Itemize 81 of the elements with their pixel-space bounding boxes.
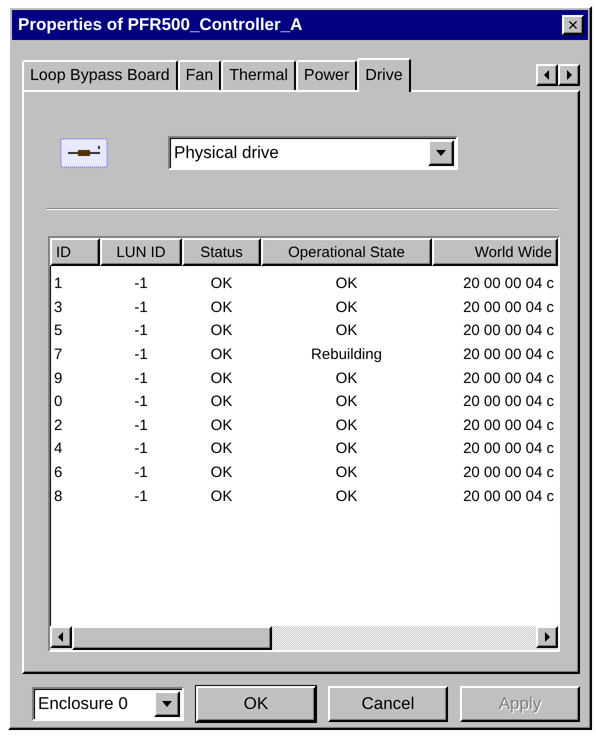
table-cell-text: OK bbox=[334, 416, 358, 436]
dropdown-button[interactable] bbox=[154, 691, 180, 717]
tab[interactable]: Power bbox=[296, 60, 358, 90]
table-cell-text: 20 00 00 04 c bbox=[462, 416, 555, 436]
view-select[interactable]: Physical drive bbox=[168, 136, 458, 170]
left-arrow-icon bbox=[57, 632, 65, 642]
column-header[interactable]: ID bbox=[50, 238, 100, 266]
close-button[interactable]: × bbox=[562, 15, 584, 35]
scroll-thumb[interactable] bbox=[72, 626, 272, 650]
table-cell-text: OK bbox=[210, 439, 234, 460]
table-cell-text: OK bbox=[210, 368, 234, 389]
table-cell-text: OK bbox=[210, 416, 234, 436]
table-cell-text: 0 bbox=[53, 392, 64, 412]
table-cell-text: 8 bbox=[53, 486, 64, 507]
table-cell-text: 20 00 00 04 c bbox=[462, 368, 555, 389]
table-cell-text: -1 bbox=[133, 321, 149, 342]
table-cell-text: 20 00 00 04 c bbox=[462, 321, 555, 342]
table-cell-text: 20 00 00 04 c bbox=[462, 392, 555, 412]
table-cell-text: OK bbox=[334, 321, 358, 342]
column-header[interactable]: LUN ID bbox=[100, 238, 182, 266]
enclosure-select[interactable]: Enclosure 0 bbox=[32, 687, 184, 721]
table-cell-text: 20 00 00 04 c bbox=[462, 486, 555, 507]
table-cell-text: OK bbox=[210, 274, 234, 294]
caret-icon bbox=[436, 150, 446, 156]
table-cell-text: OK bbox=[334, 274, 358, 294]
drive-icon bbox=[60, 138, 108, 168]
table-cell-text: 3 bbox=[53, 298, 64, 318]
table-cell-text: 1 bbox=[53, 274, 64, 294]
tab[interactable]: Thermal bbox=[221, 60, 296, 90]
table-cell-text: OK bbox=[210, 298, 234, 318]
table-cell-text: -1 bbox=[133, 298, 149, 318]
table-cell-text: 4 bbox=[53, 439, 64, 460]
table-cell-text: 2 bbox=[53, 416, 64, 436]
caret-icon bbox=[162, 701, 172, 707]
dropdown-button[interactable] bbox=[428, 140, 454, 166]
right-arrow-icon bbox=[543, 632, 551, 642]
table-cell-text: 20 00 00 04 c bbox=[462, 345, 555, 366]
dialog-button[interactable]: OK bbox=[196, 686, 316, 722]
table-cell-text: 20 00 00 04 c bbox=[462, 463, 555, 484]
table-cell-text: OK bbox=[210, 321, 234, 342]
column-header[interactable]: Operational State bbox=[261, 238, 432, 266]
table-cell-text: 20 00 00 04 c bbox=[462, 439, 555, 460]
column-header[interactable]: Status bbox=[182, 238, 261, 266]
table-cell-text: -1 bbox=[133, 345, 149, 366]
table-cell-text: OK bbox=[334, 392, 358, 412]
table-cell-text: OK bbox=[210, 463, 234, 484]
table-cell-text: OK bbox=[210, 392, 234, 412]
table-cell-text: 6 bbox=[53, 463, 64, 484]
right-arrow-icon bbox=[565, 70, 573, 80]
table-cell-text: 20 00 00 04 c bbox=[462, 274, 555, 294]
tab[interactable]: Fan bbox=[178, 60, 222, 90]
scroll-right-button[interactable] bbox=[558, 64, 580, 86]
table-cell-text: OK bbox=[334, 298, 358, 318]
tab[interactable]: Drive bbox=[357, 58, 411, 92]
scroll-left-button[interactable] bbox=[50, 626, 72, 648]
left-arrow-icon bbox=[543, 70, 551, 80]
table-cell-text: Rebuilding bbox=[310, 345, 383, 366]
table-cell-text: -1 bbox=[133, 392, 149, 412]
table-cell-text: -1 bbox=[133, 439, 149, 460]
table-cell-text: OK bbox=[334, 368, 358, 389]
table-cell-text: -1 bbox=[133, 463, 149, 484]
table-cell-text: 5 bbox=[53, 321, 64, 342]
window-title: Properties of PFR500_Controller_A bbox=[18, 15, 302, 35]
table-cell-text: -1 bbox=[133, 416, 149, 436]
table-cell-text: OK bbox=[210, 345, 234, 366]
scroll-left-button[interactable] bbox=[536, 64, 558, 86]
table-cell-text: OK bbox=[334, 486, 358, 507]
dialog-button[interactable]: Cancel bbox=[328, 686, 448, 722]
horizontal-scrollbar[interactable] bbox=[50, 626, 558, 650]
table-cell-text: 7 bbox=[53, 345, 64, 366]
tab[interactable]: Loop Bypass Board bbox=[22, 60, 178, 90]
column-header[interactable]: World Wide bbox=[432, 238, 558, 266]
table-cell-text: OK bbox=[210, 486, 234, 507]
scroll-right-button[interactable] bbox=[536, 626, 558, 648]
table-cell-text: -1 bbox=[133, 486, 149, 507]
table-cell-text: OK bbox=[334, 463, 358, 484]
table-cell-text: -1 bbox=[133, 368, 149, 389]
table-cell-text: -1 bbox=[133, 274, 149, 294]
table-cell-text: 20 00 00 04 c bbox=[462, 298, 555, 318]
table-cell-text: 9 bbox=[53, 368, 64, 389]
table-cell-text: OK bbox=[334, 439, 358, 460]
